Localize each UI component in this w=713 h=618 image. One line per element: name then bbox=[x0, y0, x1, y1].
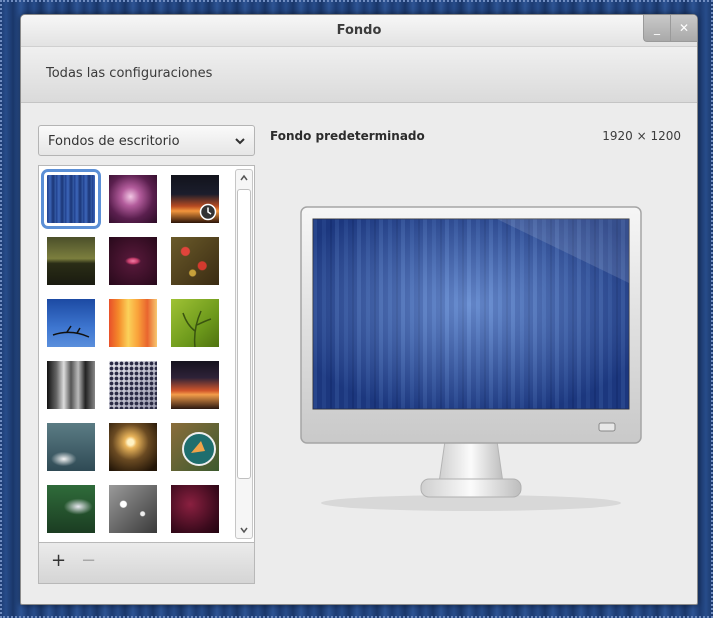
remove-wallpaper-button[interactable]: − bbox=[81, 552, 96, 570]
chevron-up-icon bbox=[240, 174, 248, 181]
chevron-down-icon bbox=[240, 527, 248, 534]
thumbnail-blue-branch[interactable] bbox=[47, 299, 95, 347]
window-title: Fondo bbox=[336, 23, 382, 38]
all-settings-button[interactable]: Todas las configuraciones bbox=[46, 66, 212, 81]
wallpaper-source-dropdown[interactable]: Fondos de escritorio bbox=[38, 125, 255, 156]
thumbnail-blue-curtain[interactable] bbox=[41, 169, 101, 229]
add-wallpaper-button[interactable]: + bbox=[51, 552, 66, 570]
toolbar: Todas las configuraciones bbox=[21, 47, 697, 103]
list-toolbar: + − bbox=[38, 543, 255, 584]
branch-shape bbox=[52, 325, 90, 338]
road-sign-shape bbox=[182, 432, 216, 466]
background-settings-window: Fondo _ ✕ Todas las configuraciones Fond… bbox=[20, 14, 698, 605]
thumbnail-sunset-clouds[interactable] bbox=[171, 361, 219, 409]
thumbnail-sunset-grass[interactable] bbox=[109, 423, 157, 471]
slideshow-clock-icon bbox=[199, 203, 217, 221]
scroll-up-button[interactable] bbox=[237, 171, 251, 185]
wallpaper-grid bbox=[38, 165, 255, 543]
thumbnail-teal-clouds[interactable] bbox=[47, 423, 95, 471]
minimize-button[interactable]: _ bbox=[643, 15, 670, 42]
thumbnail-pink-lips[interactable] bbox=[109, 237, 157, 285]
vertical-scrollbar[interactable] bbox=[235, 169, 253, 539]
preview-resolution: 1920 × 1200 bbox=[602, 129, 681, 143]
close-button[interactable]: ✕ bbox=[670, 15, 697, 42]
thumbnail-white-flower[interactable] bbox=[47, 485, 95, 533]
thumbnail-road-sign[interactable] bbox=[171, 423, 219, 471]
dropdown-selected-value: Fondos de escritorio bbox=[48, 134, 180, 149]
thumbnail-dark-red[interactable] bbox=[171, 485, 219, 533]
preview-title: Fondo predeterminado bbox=[270, 129, 425, 143]
thumbnail-bw-building[interactable] bbox=[47, 361, 95, 409]
thumbnail-red-berries[interactable] bbox=[171, 237, 219, 285]
thumbnail-green-plant[interactable] bbox=[171, 299, 219, 348]
scroll-down-button[interactable] bbox=[237, 523, 251, 537]
thumbnail-orange-stripes[interactable] bbox=[109, 299, 157, 347]
thumbnail-perforated-metal[interactable] bbox=[109, 361, 157, 409]
thumbnail-dark-field[interactable] bbox=[47, 237, 95, 285]
plant-shape bbox=[182, 310, 212, 348]
scrollbar-thumb[interactable] bbox=[237, 189, 251, 479]
thumbnail-bw-drops[interactable] bbox=[109, 485, 157, 533]
power-led-icon bbox=[598, 422, 616, 432]
title-bar[interactable]: Fondo _ ✕ bbox=[21, 15, 697, 47]
thumbnail-purple-glow[interactable] bbox=[109, 175, 157, 223]
thumbnail-sunset-sky[interactable] bbox=[171, 175, 219, 223]
monitor-preview bbox=[300, 206, 642, 511]
chevron-down-icon bbox=[235, 138, 245, 145]
monitor-base bbox=[420, 478, 522, 498]
